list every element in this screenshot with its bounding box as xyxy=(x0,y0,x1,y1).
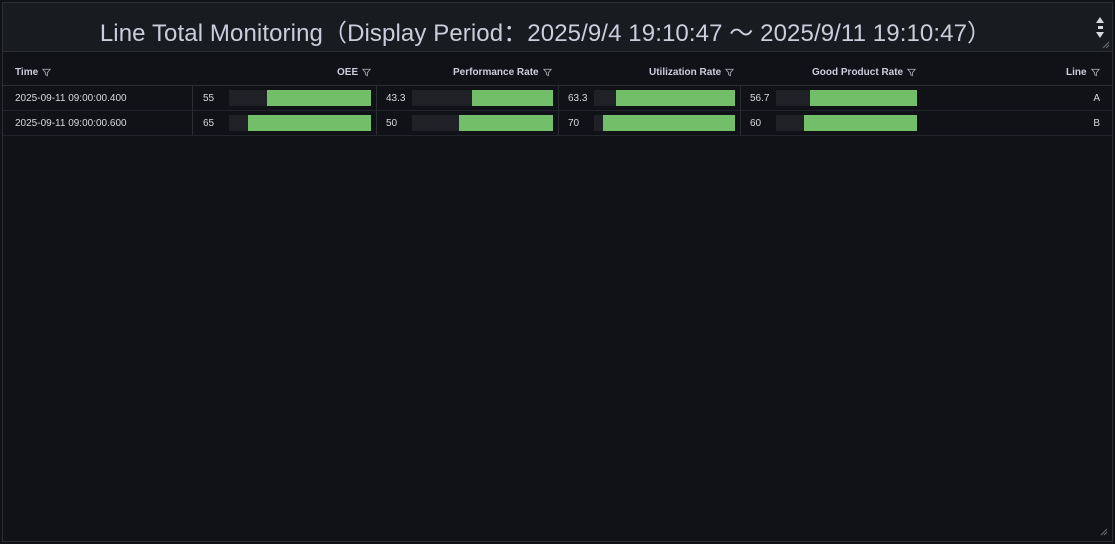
column-header-label: Time xyxy=(15,67,39,78)
column-separator xyxy=(192,111,193,135)
scroll-arrows-icon[interactable] xyxy=(1094,12,1106,42)
good-value: 60 xyxy=(750,117,762,129)
table-row: 2025-09-11 09:00:00.600 65 50 70 60 B xyxy=(3,111,1112,136)
column-separator xyxy=(192,86,193,110)
filter-icon[interactable] xyxy=(542,68,552,77)
column-header-performance-rate[interactable]: Performance Rate xyxy=(453,67,552,78)
performance-value: 43.3 xyxy=(386,92,406,104)
utilization-gauge-bar xyxy=(615,90,735,106)
line-cell: B xyxy=(1093,117,1100,129)
column-header-label: Performance Rate xyxy=(453,67,539,78)
table-row: 2025-09-11 09:00:00.400 55 43.3 63.3 56.7 A xyxy=(3,86,1112,111)
time-cell: 2025-09-11 09:00:00.400 xyxy=(15,92,127,104)
filter-icon[interactable] xyxy=(1090,68,1100,77)
oee-value: 65 xyxy=(203,117,215,129)
good-gauge-bar xyxy=(804,115,917,131)
column-header-good-product-rate[interactable]: Good Product Rate xyxy=(812,67,917,78)
column-header-label: OEE xyxy=(337,67,359,78)
column-header-line[interactable]: Line xyxy=(1066,67,1100,78)
line-cell: A xyxy=(1093,92,1100,104)
column-header-oee[interactable]: OEE xyxy=(337,67,372,78)
time-cell: 2025-09-11 09:00:00.600 xyxy=(15,117,127,129)
column-separator xyxy=(558,111,559,135)
column-header-label: Line xyxy=(1066,67,1087,78)
column-separator xyxy=(740,111,741,135)
oee-gauge-bar xyxy=(247,115,371,131)
performance-gauge-bar xyxy=(471,90,553,106)
column-separator xyxy=(376,111,377,135)
filter-icon[interactable] xyxy=(725,68,735,77)
filter-icon[interactable] xyxy=(907,68,917,77)
filter-icon[interactable] xyxy=(42,68,52,77)
column-separator xyxy=(376,86,377,110)
resize-handle-icon[interactable] xyxy=(1102,41,1110,49)
panel-title: Line Total Monitoring（Display Period：202… xyxy=(99,20,992,47)
utilization-value: 70 xyxy=(568,117,580,129)
oee-value: 55 xyxy=(203,92,215,104)
utilization-gauge-bar xyxy=(603,115,735,131)
column-separator xyxy=(740,86,741,110)
utilization-value: 63.3 xyxy=(568,92,588,104)
table-header: Time OEE Performance Rate Utilization Ra… xyxy=(3,58,1112,86)
good-value: 56.7 xyxy=(750,92,770,104)
column-separator xyxy=(558,86,559,110)
oee-gauge-bar xyxy=(266,90,371,106)
panel-header: Line Total Monitoring（Display Period：202… xyxy=(3,3,1112,52)
column-header-utilization-rate[interactable]: Utilization Rate xyxy=(649,67,735,78)
resize-handle-icon[interactable] xyxy=(1100,528,1108,536)
performance-value: 50 xyxy=(386,117,398,129)
column-header-label: Utilization Rate xyxy=(649,67,722,78)
data-table: Time OEE Performance Rate Utilization Ra… xyxy=(3,58,1112,540)
filter-icon[interactable] xyxy=(362,68,372,77)
column-header-label: Good Product Rate xyxy=(812,67,904,78)
good-gauge-bar xyxy=(810,90,917,106)
performance-gauge-bar xyxy=(459,115,553,131)
column-header-time[interactable]: Time xyxy=(15,67,52,78)
